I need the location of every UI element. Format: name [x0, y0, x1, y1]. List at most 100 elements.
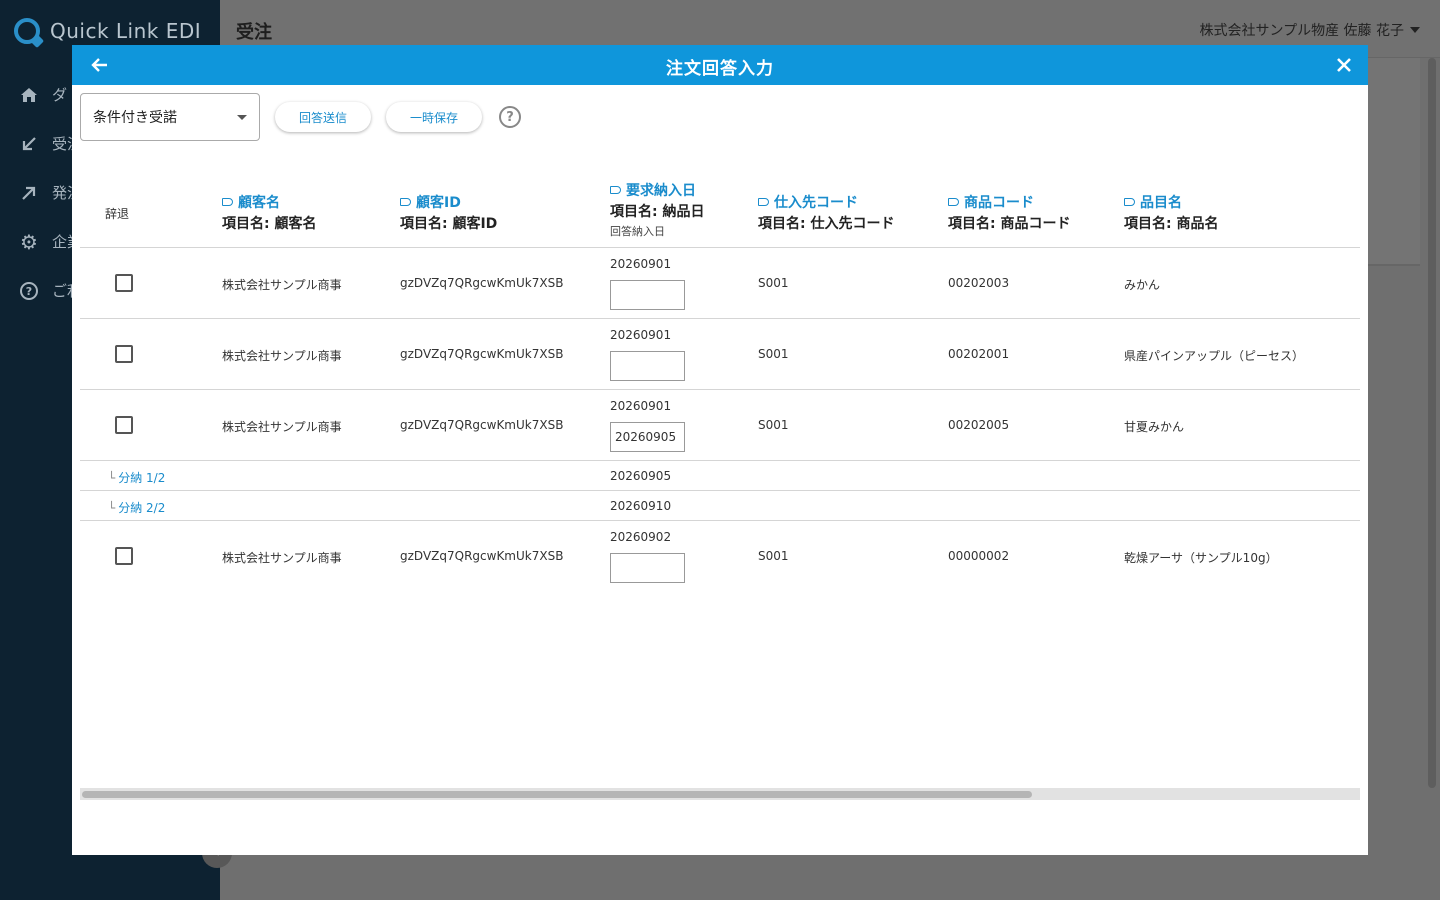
- column-sort-delivery-date[interactable]: 要求納入日: [610, 180, 704, 200]
- answer-date-input[interactable]: [610, 422, 685, 452]
- customer-name-cell: 株式会社サンプル商事: [222, 349, 342, 363]
- answer-date-input[interactable]: [610, 553, 685, 583]
- requested-date-cell: 20260901: [610, 328, 672, 342]
- column-field-label: 項目名: 納品日: [610, 204, 705, 220]
- split-date-cell: 20260910: [610, 499, 672, 513]
- decline-checkbox[interactable]: [115, 547, 133, 565]
- table-row: 株式会社サンプル商事 gzDVZq7QRgcwKmUk7XSB 20260901…: [80, 390, 1360, 461]
- help-icon[interactable]: ?: [499, 106, 522, 128]
- close-button[interactable]: [1330, 51, 1358, 79]
- page-scrollbar[interactable]: [1428, 58, 1436, 788]
- column-field-label: 項目名: 商品名: [1124, 216, 1219, 232]
- customer-name-cell: 株式会社サンプル商事: [222, 420, 342, 434]
- tag-icon: [948, 198, 959, 206]
- app-logo[interactable]: Quick Link EDI: [14, 18, 201, 44]
- column-link-label: 顧客ID: [416, 195, 461, 211]
- supplier-code-cell: S001: [758, 276, 789, 290]
- column-link-label: 商品コード: [964, 195, 1034, 211]
- horizontal-scrollbar[interactable]: [80, 788, 1360, 800]
- user-menu[interactable]: 株式会社サンプル物産 佐藤 花子: [1200, 20, 1420, 40]
- split-delivery-link[interactable]: └ 分納 1/2: [108, 469, 165, 486]
- requested-date-cell: 20260902: [610, 530, 672, 544]
- split-delivery-row: └ 分納 1/2 20260905: [80, 461, 1360, 491]
- supplier-code-cell: S001: [758, 549, 789, 563]
- column-field-label: 項目名: 仕入先コード: [758, 216, 895, 232]
- order-table: 辞退 顧客名 項目名: 顧客名 顧客ID 項目名: 顧客ID 要求納入日 項目名…: [80, 175, 1360, 795]
- help-circle-icon: ?: [18, 280, 40, 302]
- column-field-label: 項目名: 顧客ID: [400, 216, 498, 232]
- column-sort-item-name[interactable]: 品目名: [1124, 192, 1218, 212]
- answer-date-input[interactable]: [610, 280, 685, 310]
- customer-name-cell: 株式会社サンプル商事: [222, 278, 342, 292]
- logo-text: Quick Link EDI: [50, 19, 202, 43]
- column-link-label: 品目名: [1140, 195, 1182, 211]
- requested-date-cell: 20260901: [610, 257, 672, 271]
- item-name-cell: みかん: [1124, 278, 1161, 292]
- product-code-cell: 00202001: [948, 347, 1010, 361]
- split-delivery-link[interactable]: └ 分納 2/2: [108, 499, 165, 516]
- product-code-cell: 00000002: [948, 549, 1010, 563]
- tag-icon: [758, 198, 769, 206]
- table-row: 株式会社サンプル商事 gzDVZq7QRgcwKmUk7XSB 20260902…: [80, 521, 1360, 592]
- column-link-label: 仕入先コード: [774, 195, 858, 211]
- response-type-value: 条件付き受諾: [93, 110, 177, 126]
- requested-date-cell: 20260901: [610, 399, 672, 413]
- branch-icon: └: [108, 471, 116, 485]
- arrow-out-icon: [18, 182, 40, 204]
- item-name-cell: 甘夏みかん: [1124, 420, 1185, 434]
- column-sort-customer-id[interactable]: 顧客ID: [400, 192, 497, 212]
- modal-header: 注文回答入力: [72, 45, 1368, 85]
- table-header: 辞退 顧客名 項目名: 顧客名 顧客ID 項目名: 顧客ID 要求納入日 項目名…: [80, 175, 1360, 248]
- table-row: 株式会社サンプル商事 gzDVZq7QRgcwKmUk7XSB 20260901…: [80, 319, 1360, 390]
- caret-down-icon: [1410, 27, 1420, 33]
- branch-icon: └: [108, 501, 116, 515]
- column-sort-product-code[interactable]: 商品コード: [948, 192, 1070, 212]
- customer-id-cell: gzDVZq7QRgcwKmUk7XSB: [400, 347, 564, 361]
- column-link-label: 顧客名: [238, 195, 280, 211]
- item-name-cell: 県産パインアップル（ピーセス）: [1124, 349, 1305, 363]
- product-code-cell: 00202003: [948, 276, 1010, 290]
- column-header-delivery-date: 要求納入日 項目名: 納品日 回答納入日: [610, 180, 704, 239]
- product-code-cell: 00202005: [948, 418, 1010, 432]
- answer-date-input[interactable]: [610, 351, 685, 381]
- svg-text:?: ?: [26, 285, 32, 298]
- column-header-item-name: 品目名 項目名: 商品名: [1124, 192, 1218, 233]
- close-icon: [1337, 58, 1351, 72]
- column-header-product-code: 商品コード 項目名: 商品コード: [948, 192, 1070, 233]
- tag-icon: [610, 186, 621, 194]
- response-type-select[interactable]: 条件付き受諾: [80, 93, 260, 141]
- column-header-customer-id: 顧客ID 項目名: 顧客ID: [400, 192, 497, 233]
- split-date-cell: 20260905: [610, 469, 672, 483]
- column-header-decline: 辞退: [105, 207, 130, 221]
- caret-down-icon: [237, 114, 247, 120]
- modal-title: 注文回答入力: [666, 59, 774, 79]
- item-name-cell: 乾燥アーサ（サンプル10g）: [1124, 551, 1278, 565]
- modal-toolbar: 条件付き受諾 回答送信 一時保存 ?: [80, 93, 522, 141]
- order-response-modal: 注文回答入力 条件付き受諾 回答送信 一時保存 ? 辞退 顧客名 項目名: 顧客…: [72, 45, 1368, 855]
- logo-icon: [14, 18, 40, 44]
- split-label: 分納 2/2: [118, 501, 166, 515]
- page-title: 受注: [236, 22, 272, 43]
- column-sub-label: 回答納入日: [610, 225, 665, 238]
- gear-icon: ⚙: [20, 229, 38, 254]
- decline-checkbox[interactable]: [115, 274, 133, 292]
- column-header-customer-name: 顧客名 項目名: 顧客名: [222, 192, 316, 233]
- send-response-button[interactable]: 回答送信: [275, 102, 372, 132]
- background-card: [1368, 58, 1420, 266]
- scrollbar-thumb[interactable]: [82, 791, 1032, 798]
- column-sort-customer-name[interactable]: 顧客名: [222, 192, 316, 212]
- column-header-supplier-code: 仕入先コード 項目名: 仕入先コード: [758, 192, 894, 233]
- decline-checkbox[interactable]: [115, 345, 133, 363]
- save-draft-button[interactable]: 一時保存: [386, 102, 483, 132]
- column-field-label: 項目名: 商品コード: [948, 216, 1071, 232]
- tag-icon: [222, 198, 233, 206]
- decline-checkbox[interactable]: [115, 416, 133, 434]
- table-row: 株式会社サンプル商事 gzDVZq7QRgcwKmUk7XSB 20260901…: [80, 248, 1360, 319]
- user-name: 株式会社サンプル物産 佐藤 花子: [1199, 23, 1404, 39]
- column-sort-supplier-code[interactable]: 仕入先コード: [758, 192, 894, 212]
- customer-id-cell: gzDVZq7QRgcwKmUk7XSB: [400, 418, 564, 432]
- column-link-label: 要求納入日: [626, 183, 696, 199]
- tag-icon: [400, 198, 411, 206]
- arrow-in-icon: [18, 133, 40, 155]
- split-delivery-row: └ 分納 2/2 20260910: [80, 491, 1360, 521]
